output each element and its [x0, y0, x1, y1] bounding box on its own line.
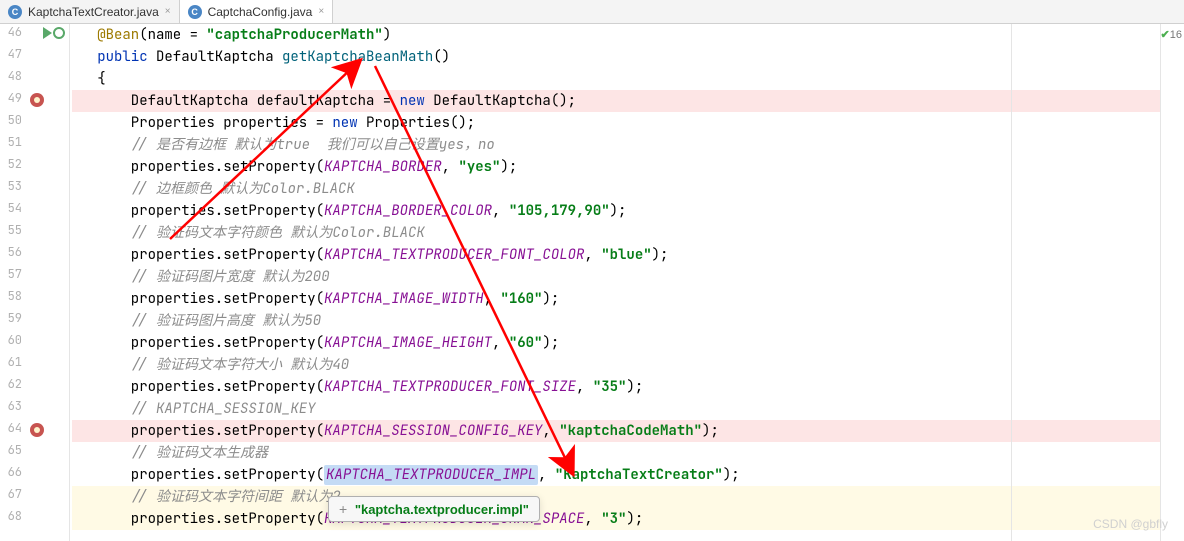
breakpoint-icon[interactable] — [30, 93, 44, 107]
line-number: 65 — [4, 442, 22, 458]
tab-bar: C KaptchaTextCreator.java × C CaptchaCon… — [0, 0, 1184, 24]
checkmark-icon: ✔ — [1161, 29, 1170, 41]
code-line: properties.setProperty(KAPTCHA_IMAGE_WID… — [72, 288, 1160, 310]
watermark: CSDN @gbfly — [1093, 517, 1168, 531]
code-line: properties.setProperty(KAPTCHA_BORDER_CO… — [72, 200, 1160, 222]
line-number: 54 — [4, 200, 22, 216]
code-line: properties.setProperty(KAPTCHA_BORDER, "… — [72, 156, 1160, 178]
java-class-icon: C — [8, 5, 22, 19]
quick-doc-tooltip: + "kaptcha.textproducer.impl" — [328, 496, 540, 522]
code-line: DefaultKaptcha defaultKaptcha = new Defa… — [72, 90, 1160, 112]
code-line: // 验证码文本字符大小 默认为40 — [72, 354, 1160, 376]
code-line: @Bean(name = "captchaProducerMath") — [72, 24, 1160, 46]
editor-gutter: 46 47 48 49 50 51 52 53 54 55 56 57 58 5… — [0, 24, 70, 541]
line-number: 64 — [4, 420, 22, 436]
tab-captcha-config[interactable]: C CaptchaConfig.java × — [180, 0, 334, 23]
play-icon — [43, 27, 52, 39]
code-line: properties.setProperty(KAPTCHA_IMAGE_HEI… — [72, 332, 1160, 354]
code-line: public DefaultKaptcha getKaptchaBeanMath… — [72, 46, 1160, 68]
code-line: // 验证码图片宽度 默认为200 — [72, 266, 1160, 288]
code-line: properties.setProperty(KAPTCHA_TEXTPRODU… — [72, 464, 1160, 486]
line-number: 52 — [4, 156, 22, 172]
code-line: Properties properties = new Properties()… — [72, 112, 1160, 134]
code-line: // 边框颜色 默认为Color.BLACK — [72, 178, 1160, 200]
tab-label: KaptchaTextCreator.java — [28, 5, 159, 19]
line-number: 57 — [4, 266, 22, 282]
line-number: 68 — [4, 508, 22, 524]
code-line: // 验证码图片高度 默认为50 — [72, 310, 1160, 332]
line-number: 47 — [4, 46, 22, 62]
close-icon[interactable]: × — [165, 6, 171, 17]
code-line: properties.setProperty(KAPTCHA_TEXTPRODU… — [72, 244, 1160, 266]
code-line: // 验证码文本生成器 — [72, 442, 1160, 464]
inspection-stripe[interactable]: ✔16 — [1160, 24, 1184, 541]
line-number: 56 — [4, 244, 22, 260]
line-number: 61 — [4, 354, 22, 370]
plus-icon: + — [339, 501, 347, 517]
java-class-icon: C — [188, 5, 202, 19]
tab-kaptcha-text-creator[interactable]: C KaptchaTextCreator.java × — [0, 0, 180, 23]
code-line: // 是否有边框 默认为true 我们可以自己设置yes，no — [72, 134, 1160, 156]
line-number: 53 — [4, 178, 22, 194]
line-number: 46 — [4, 24, 22, 40]
line-number: 49 — [4, 90, 22, 106]
code-line: // 验证码文本字符间距 默认为2 — [72, 486, 1160, 508]
inspection-count: ✔16 — [1161, 28, 1182, 41]
line-number: 60 — [4, 332, 22, 348]
line-number: 48 — [4, 68, 22, 84]
line-number: 62 — [4, 376, 22, 392]
code-line: // 验证码文本字符颜色 默认为Color.BLACK — [72, 222, 1160, 244]
code-line: properties.setProperty(KAPTCHA_TEXTPRODU… — [72, 508, 1160, 530]
code-editor[interactable]: @Bean(name = "captchaProducerMath") publ… — [70, 24, 1160, 541]
line-number: 66 — [4, 464, 22, 480]
line-number: 67 — [4, 486, 22, 502]
run-gutter-icon[interactable] — [43, 27, 65, 39]
line-number: 55 — [4, 222, 22, 238]
line-number: 63 — [4, 398, 22, 414]
code-line: { — [72, 68, 1160, 90]
debug-icon — [53, 27, 65, 39]
line-number: 50 — [4, 112, 22, 128]
tooltip-text: "kaptcha.textproducer.impl" — [355, 502, 529, 517]
code-line: properties.setProperty(KAPTCHA_TEXTPRODU… — [72, 376, 1160, 398]
breakpoint-icon[interactable] — [30, 423, 44, 437]
code-line: // KAPTCHA_SESSION_KEY — [72, 398, 1160, 420]
line-number: 59 — [4, 310, 22, 326]
line-number: 58 — [4, 288, 22, 304]
tab-label: CaptchaConfig.java — [208, 5, 313, 19]
code-line: properties.setProperty(KAPTCHA_SESSION_C… — [72, 420, 1160, 442]
line-number: 51 — [4, 134, 22, 150]
close-icon[interactable]: × — [318, 6, 324, 17]
